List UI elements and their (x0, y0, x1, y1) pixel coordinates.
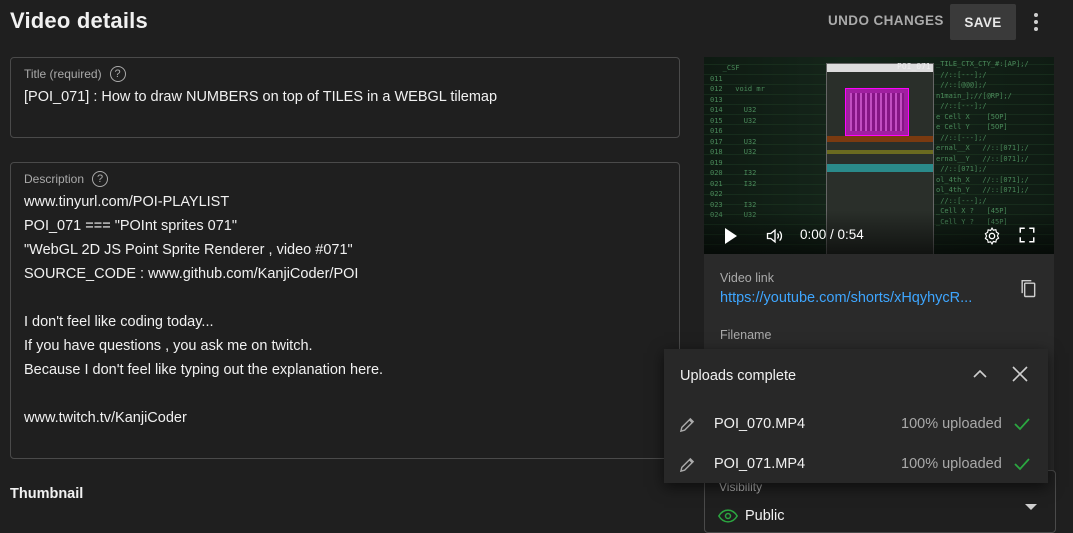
description-line (24, 385, 383, 409)
undo-changes-button[interactable]: UNDO CHANGES (828, 13, 944, 28)
video-frame-code: _TILE_CTX_CTY_#:[AP];/ //::[---];/ //::[… (936, 60, 1029, 226)
check-icon (1014, 458, 1030, 471)
description-label-row: Description ? (24, 171, 109, 187)
play-icon[interactable] (725, 228, 737, 244)
description-label: Description (24, 172, 85, 186)
page-title: Video details (10, 8, 148, 33)
uploads-panel: Uploads complete POI_070.MP4 100% upload… (664, 349, 1048, 483)
filename-label: Filename (720, 328, 772, 342)
visibility-value: Public (745, 508, 785, 524)
copy-icon[interactable] (1018, 278, 1038, 300)
pencil-icon[interactable] (679, 456, 696, 473)
video-link-label: Video link (720, 271, 774, 285)
description-line: "WebGL 2D JS Point Sprite Renderer , vid… (24, 242, 353, 258)
title-label: Title (required) (24, 67, 102, 81)
upload-item: POI_071.MP4 100% uploaded (664, 451, 1048, 479)
description-line: SOURCE_CODE : www.github.com/KanjiCoder/… (24, 266, 359, 282)
description-line: I don't feel like coding today... (24, 314, 214, 330)
dropdown-caret-icon[interactable] (1025, 504, 1037, 510)
upload-item: POI_070.MP4 100% uploaded (664, 411, 1048, 439)
description-field[interactable]: Description ? www.tinyurl.com/POI-PLAYLI… (10, 162, 680, 459)
volume-icon[interactable] (764, 226, 786, 246)
title-field[interactable]: Title (required) ? [POI_071] : How to dr… (10, 57, 680, 138)
upload-filename[interactable]: POI_071.MP4 (714, 456, 805, 472)
video-frame-code: _CSF 011 012 void mr 013 014 U32 015 U32… (710, 64, 765, 219)
more-vert-icon[interactable] (1026, 10, 1046, 34)
help-icon[interactable]: ? (109, 66, 126, 82)
fullscreen-icon[interactable] (1018, 226, 1036, 244)
title-input[interactable]: [POI_071] : How to draw NUMBERS on top o… (24, 89, 497, 105)
video-frame-title: POI_071 (897, 62, 931, 71)
help-icon[interactable]: ? (92, 171, 109, 187)
video-time: 0:00 / 0:54 (800, 227, 864, 242)
description-line: www.twitch.tv/KanjiCoder (24, 410, 187, 426)
title-label-row: Title (required) ? (24, 66, 126, 82)
uploads-title: Uploads complete (680, 368, 797, 384)
video-player[interactable]: _CSF 011 012 void mr 013 014 U32 015 U32… (704, 57, 1054, 254)
description-textarea[interactable]: www.tinyurl.com/POI-PLAYLIST POI_071 ===… (24, 193, 383, 433)
close-icon[interactable] (1011, 365, 1029, 383)
description-line (24, 289, 383, 313)
check-icon (1014, 418, 1030, 431)
thumbnail-heading: Thumbnail (10, 486, 84, 502)
eye-icon (718, 509, 738, 523)
gear-icon[interactable] (982, 226, 1002, 246)
description-line: Because I don't feel like typing out the… (24, 362, 384, 378)
upload-status: 100% uploaded (901, 456, 1002, 472)
chevron-up-icon[interactable] (972, 367, 988, 381)
description-line: POI_071 === "POInt sprites 071" (24, 218, 238, 234)
pencil-icon[interactable] (679, 416, 696, 433)
upload-filename[interactable]: POI_070.MP4 (714, 416, 805, 432)
description-line: If you have questions , you ask me on tw… (24, 338, 313, 354)
upload-status: 100% uploaded (901, 416, 1002, 432)
description-line: www.tinyurl.com/POI-PLAYLIST (24, 194, 230, 210)
save-button[interactable]: SAVE (950, 4, 1016, 40)
video-link[interactable]: https://youtube.com/shorts/xHqyhycR... (720, 290, 972, 306)
